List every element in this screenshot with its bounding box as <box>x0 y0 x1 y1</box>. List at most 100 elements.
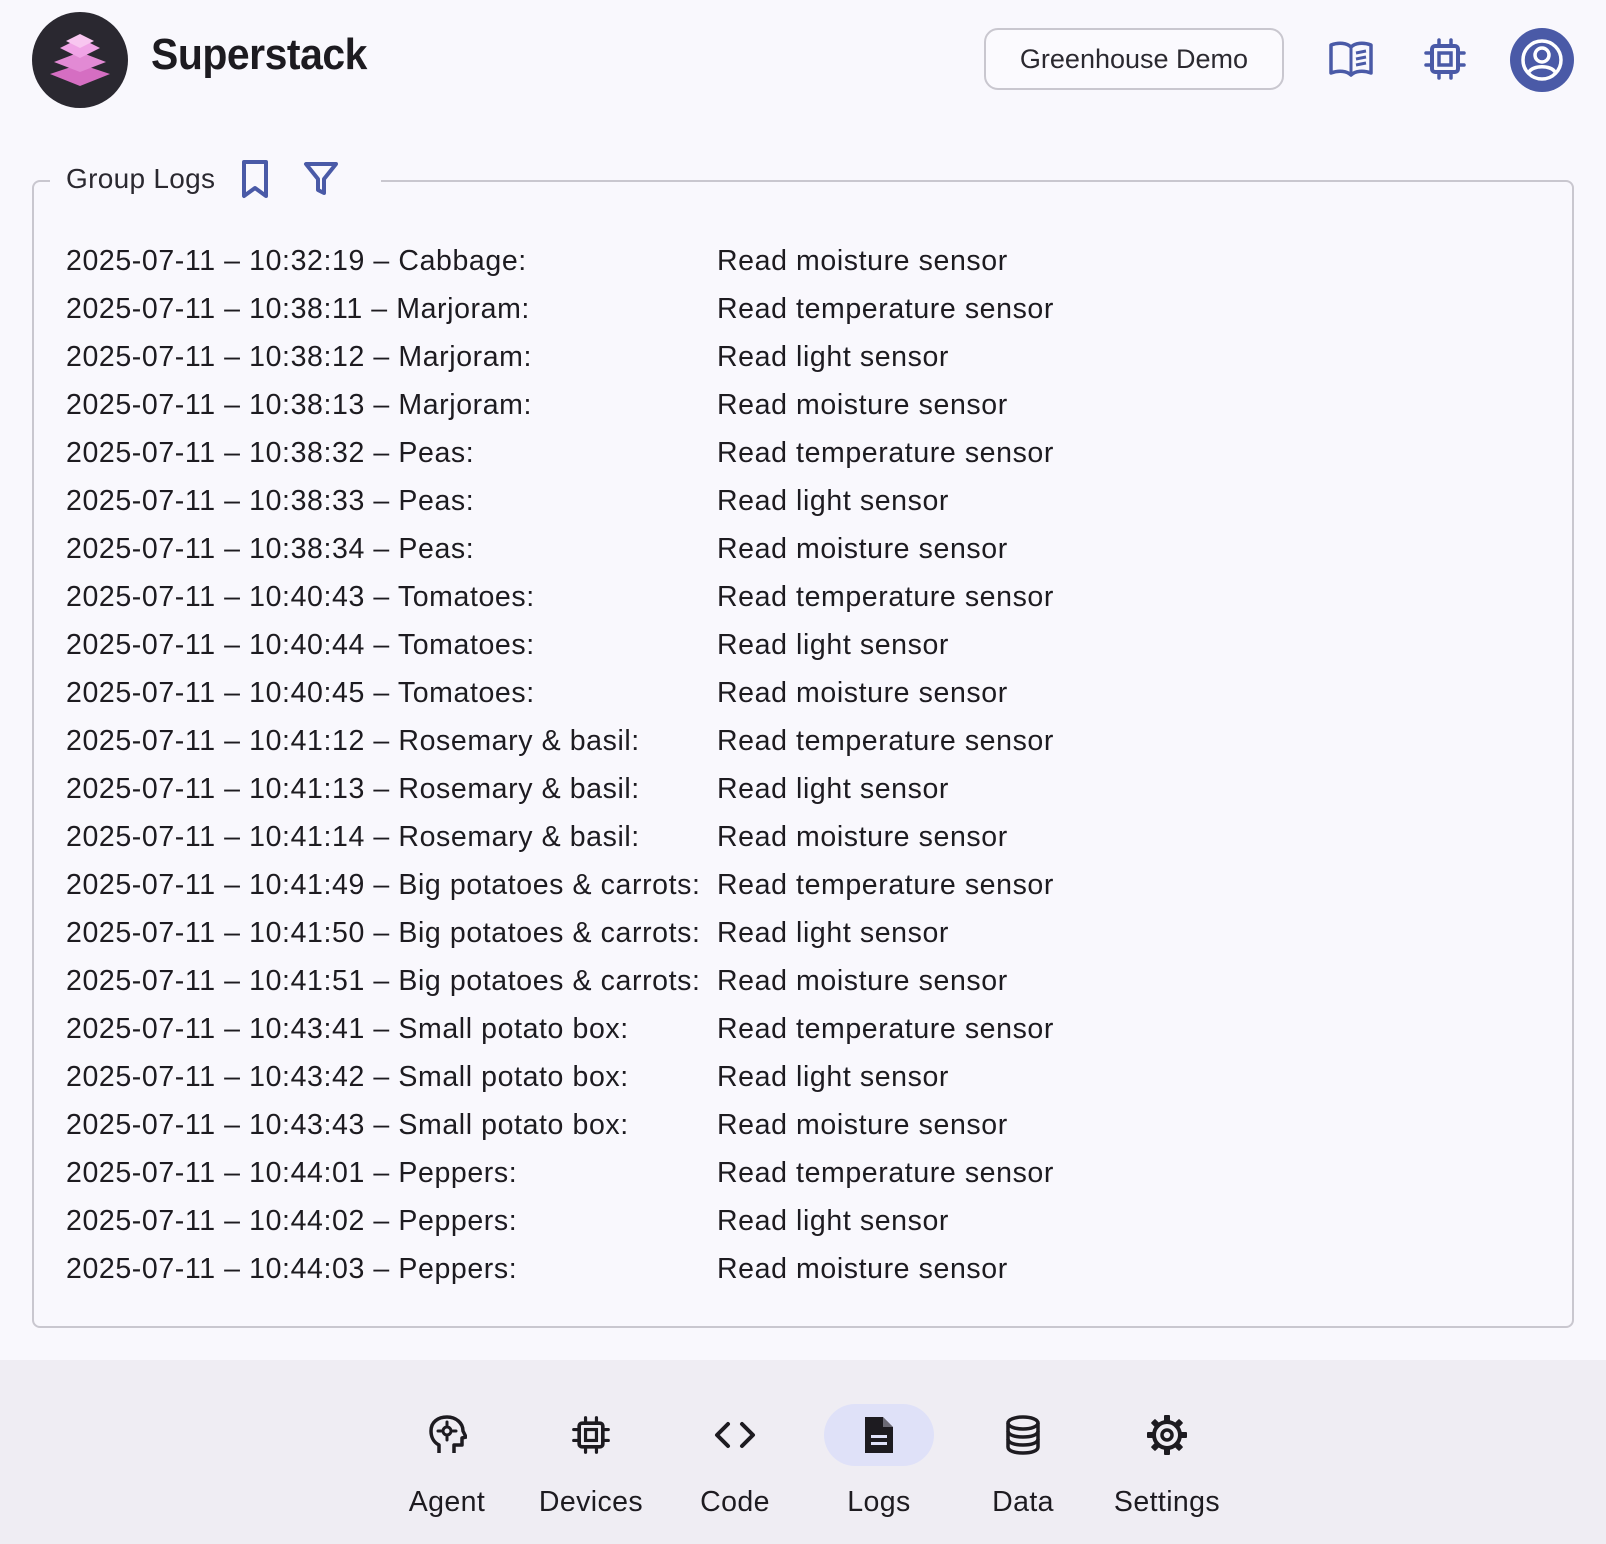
nav-pill <box>968 1404 1078 1466</box>
log-timestamp-source: 2025-07-11 – 10:40:44 – Tomatoes: <box>66 628 535 661</box>
log-list: 2025-07-11 – 10:32:19 – Cabbage: Read moi… <box>66 237 1516 1293</box>
log-message: Read light sensor <box>717 1060 949 1093</box>
code-brackets-icon <box>715 1422 755 1448</box>
log-message: Read moisture sensor <box>717 1252 1008 1285</box>
nav-item-devices[interactable]: Devices <box>531 1404 651 1524</box>
log-timestamp-source: 2025-07-11 – 10:41:49 – Big potatoes & c… <box>66 868 701 901</box>
log-message: Read moisture sensor <box>717 388 1008 421</box>
log-message: Read moisture sensor <box>717 964 1008 997</box>
log-row: 2025-07-11 – 10:43:41 – Small potato box… <box>66 1005 1516 1053</box>
nav-pill <box>680 1404 790 1466</box>
log-message: Read temperature sensor <box>717 724 1054 757</box>
log-message: Read light sensor <box>717 484 949 517</box>
log-timestamp-source: 2025-07-11 – 10:43:41 – Small potato box… <box>66 1012 629 1045</box>
log-row: 2025-07-11 – 10:38:12 – Marjoram: Read li… <box>66 333 1516 381</box>
log-timestamp-source: 2025-07-11 – 10:32:19 – Cabbage: <box>66 244 527 277</box>
nav-pill <box>536 1404 646 1466</box>
log-message: Read light sensor <box>717 772 949 805</box>
log-message: Read moisture sensor <box>717 244 1008 277</box>
log-message: Read temperature sensor <box>717 436 1054 469</box>
nav-label: Data <box>992 1486 1054 1518</box>
log-timestamp-source: 2025-07-11 – 10:44:01 – Peppers: <box>66 1156 518 1189</box>
log-timestamp-source: 2025-07-11 – 10:41:14 – Rosemary & basil… <box>66 820 640 853</box>
log-row: 2025-07-11 – 10:40:44 – Tomatoes: Read li… <box>66 621 1516 669</box>
log-timestamp-source: 2025-07-11 – 10:38:34 – Peas: <box>66 532 475 565</box>
bookmark-icon[interactable] <box>233 157 277 201</box>
gear-icon <box>1147 1415 1187 1455</box>
book-open-icon[interactable] <box>1326 34 1376 84</box>
chip-icon <box>572 1416 610 1454</box>
group-logs-title: Group Logs <box>66 163 216 194</box>
log-timestamp-source: 2025-07-11 – 10:38:32 – Peas: <box>66 436 475 469</box>
psychology-head-gear-icon <box>429 1415 467 1453</box>
nav-item-agent[interactable]: Agent <box>387 1404 507 1524</box>
log-message: Read light sensor <box>717 1204 949 1237</box>
log-row: 2025-07-11 – 10:41:51 – Big potatoes & c… <box>66 957 1516 1005</box>
project-selector-button[interactable]: Greenhouse Demo <box>984 28 1284 90</box>
log-row: 2025-07-11 – 10:38:13 – Marjoram: Read mo… <box>66 381 1516 429</box>
log-message: Read light sensor <box>717 340 949 373</box>
log-timestamp-source: 2025-07-11 – 10:40:43 – Tomatoes: <box>66 580 535 613</box>
nav-label: Devices <box>538 1486 644 1518</box>
log-message: Read moisture sensor <box>717 676 1008 709</box>
chip-icon[interactable] <box>1420 34 1470 84</box>
account-avatar-button[interactable] <box>1510 28 1574 92</box>
log-message: Read temperature sensor <box>717 292 1054 325</box>
log-timestamp-source: 2025-07-11 – 10:41:12 – Rosemary & basil… <box>66 724 640 757</box>
log-timestamp-source: 2025-07-11 – 10:44:02 – Peppers: <box>66 1204 518 1237</box>
log-message: Read moisture sensor <box>717 532 1008 565</box>
nav-label: Code <box>700 1486 770 1518</box>
log-row: 2025-07-11 – 10:38:34 – Peas: Read moistu… <box>66 525 1516 573</box>
log-message: Read temperature sensor <box>717 1156 1054 1189</box>
nav-pill-active <box>824 1404 934 1466</box>
log-row: 2025-07-11 – 10:41:50 – Big potatoes & c… <box>66 909 1516 957</box>
stack-layers-icon <box>50 34 110 86</box>
account-circle-icon <box>1521 39 1563 81</box>
group-logs-header: Group Logs <box>50 152 382 206</box>
log-row: 2025-07-11 – 10:43:43 – Small potato box… <box>66 1101 1516 1149</box>
log-timestamp-source: 2025-07-11 – 10:40:45 – Tomatoes: <box>66 676 535 709</box>
log-row: 2025-07-11 – 10:40:43 – Tomatoes: Read te… <box>66 573 1516 621</box>
app-brand-name: Superstack <box>151 30 367 79</box>
log-row: 2025-07-11 – 10:40:45 – Tomatoes: Read mo… <box>66 669 1516 717</box>
nav-label: Agent <box>408 1486 486 1518</box>
nav-item-data[interactable]: Data <box>963 1404 1083 1524</box>
app-logo <box>32 12 128 108</box>
log-message: Read temperature sensor <box>717 1012 1054 1045</box>
log-message: Read moisture sensor <box>717 820 1008 853</box>
log-message: Read temperature sensor <box>717 580 1054 613</box>
nav-item-settings[interactable]: Settings <box>1107 1404 1227 1524</box>
log-row: 2025-07-11 – 10:41:13 – Rosemary & basil… <box>66 765 1516 813</box>
log-message: Read temperature sensor <box>717 868 1054 901</box>
filter-icon[interactable] <box>299 157 343 201</box>
log-row: 2025-07-11 – 10:44:01 – Peppers: Read tem… <box>66 1149 1516 1197</box>
bottom-navigation: Agent Devices Code Logs Data Settings <box>0 1360 1606 1544</box>
log-timestamp-source: 2025-07-11 – 10:44:03 – Peppers: <box>66 1252 518 1285</box>
nav-label: Settings <box>1113 1486 1221 1518</box>
log-timestamp-source: 2025-07-11 – 10:38:13 – Marjoram: <box>66 388 533 421</box>
log-message: Read light sensor <box>717 916 949 949</box>
log-row: 2025-07-11 – 10:32:19 – Cabbage: Read moi… <box>66 237 1516 285</box>
log-row: 2025-07-11 – 10:38:11 – Marjoram: Read te… <box>66 285 1516 333</box>
log-row: 2025-07-11 – 10:41:49 – Big potatoes & c… <box>66 861 1516 909</box>
log-timestamp-source: 2025-07-11 – 10:38:11 – Marjoram: <box>66 292 530 325</box>
log-message: Read moisture sensor <box>717 1108 1008 1141</box>
log-timestamp-source: 2025-07-11 – 10:41:51 – Big potatoes & c… <box>66 964 701 997</box>
nav-pill <box>392 1404 502 1466</box>
log-timestamp-source: 2025-07-11 – 10:38:33 – Peas: <box>66 484 475 517</box>
nav-pill <box>1112 1404 1222 1466</box>
nav-item-logs[interactable]: Logs <box>819 1404 939 1524</box>
nav-label: Logs <box>847 1486 911 1518</box>
nav-item-code[interactable]: Code <box>675 1404 795 1524</box>
database-icon <box>1006 1415 1040 1455</box>
log-row: 2025-07-11 – 10:44:02 – Peppers: Read lig… <box>66 1197 1516 1245</box>
log-timestamp-source: 2025-07-11 – 10:38:12 – Marjoram: <box>66 340 533 373</box>
log-timestamp-source: 2025-07-11 – 10:41:50 – Big potatoes & c… <box>66 916 701 949</box>
log-row: 2025-07-11 – 10:41:12 – Rosemary & basil… <box>66 717 1516 765</box>
app-header: Superstack Greenhouse Demo <box>0 0 1606 120</box>
document-icon <box>865 1417 893 1453</box>
log-row: 2025-07-11 – 10:43:42 – Small potato box… <box>66 1053 1516 1101</box>
log-row: 2025-07-11 – 10:41:14 – Rosemary & basil… <box>66 813 1516 861</box>
log-timestamp-source: 2025-07-11 – 10:43:43 – Small potato box… <box>66 1108 629 1141</box>
log-row: 2025-07-11 – 10:38:32 – Peas: Read temper… <box>66 429 1516 477</box>
